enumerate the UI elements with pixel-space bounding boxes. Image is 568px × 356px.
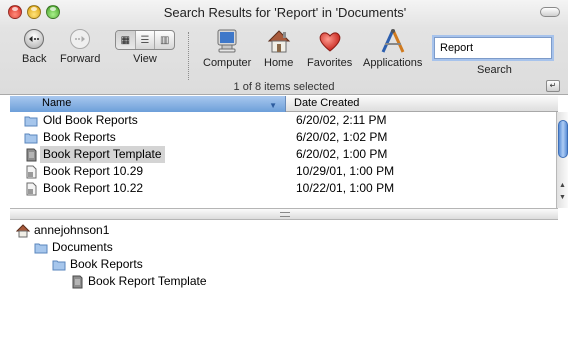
path-item-label: annejohnson1: [34, 223, 110, 237]
search-label: Search: [477, 64, 512, 76]
forward-button[interactable]: Forward: [60, 28, 100, 65]
home-icon: [267, 30, 290, 53]
path-item-label: Documents: [52, 240, 113, 254]
favorites-button[interactable]: Favorites: [307, 28, 352, 69]
list-item[interactable]: Old Book Reports 6/20/02, 2:11 PM: [10, 112, 548, 129]
toolbar-area: Search Results for 'Report' in 'Document…: [0, 0, 568, 95]
expand-icon[interactable]: ↵: [546, 80, 560, 92]
toolbar-toggle-button[interactable]: [540, 7, 560, 17]
results-list: Old Book Reports 6/20/02, 2:11 PM Book R…: [10, 112, 548, 208]
sort-arrow-icon: ▼: [269, 101, 277, 110]
view-control[interactable]: ▦ ☰ ▥ View: [114, 28, 176, 65]
item-date: 6/20/02, 1:00 PM: [296, 147, 388, 161]
computer-button[interactable]: Computer: [203, 28, 251, 69]
stationery-icon: [72, 275, 83, 289]
back-button[interactable]: Back: [22, 28, 46, 65]
item-name: Book Report Template: [40, 146, 165, 163]
applications-icon: [381, 29, 405, 53]
minimize-button[interactable]: [27, 5, 41, 19]
forward-arrow-icon: [70, 29, 91, 49]
document-icon: [26, 165, 37, 179]
close-button[interactable]: [8, 5, 22, 19]
list-view-icon[interactable]: ☰: [136, 31, 156, 49]
path-item-label: Book Reports: [70, 257, 143, 271]
item-date: 6/20/02, 2:11 PM: [296, 113, 387, 127]
item-name: Book Reports: [43, 130, 116, 144]
list-scrollbar[interactable]: ▲ ▼: [556, 112, 568, 208]
column-view-icon[interactable]: ▥: [155, 31, 174, 49]
path-item-label: Book Report Template: [88, 274, 207, 288]
pane-splitter[interactable]: [10, 208, 558, 220]
icon-view-icon[interactable]: ▦: [116, 31, 136, 49]
folder-icon: [34, 243, 48, 254]
view-label: View: [133, 53, 157, 65]
item-date: 10/22/01, 1:00 PM: [296, 181, 395, 195]
finder-window: Search Results for 'Report' in 'Document…: [0, 0, 568, 356]
applications-label: Applications: [363, 57, 423, 69]
status-bar: 1 of 8 items selected: [233, 81, 335, 93]
search-input[interactable]: [434, 37, 552, 59]
applications-button[interactable]: Applications: [363, 28, 422, 69]
home-icon: [16, 224, 30, 238]
list-item-selected[interactable]: Book Report Template 6/20/02, 1:00 PM: [10, 146, 548, 163]
favorites-label: Favorites: [307, 57, 353, 69]
list-item[interactable]: Book Report 10.29 10/29/01, 1:00 PM: [10, 163, 548, 180]
heart-icon: [319, 32, 340, 52]
window-margin: [0, 96, 10, 356]
zoom-button[interactable]: [46, 5, 60, 19]
home-label: Home: [264, 57, 294, 69]
list-item[interactable]: Book Reports 6/20/02, 1:02 PM: [10, 129, 548, 146]
computer-icon: [217, 29, 237, 53]
name-column-header[interactable]: Name ▼: [10, 96, 286, 112]
home-button[interactable]: Home: [264, 28, 293, 69]
date-column-header[interactable]: Date Created: [294, 96, 359, 111]
item-name: Book Report 10.22: [43, 181, 144, 195]
folder-icon: [24, 133, 38, 144]
toolbar-separator: [188, 32, 189, 80]
splitter-grip-icon[interactable]: [280, 212, 290, 217]
folder-icon: [52, 260, 66, 271]
search-caption: Search: [477, 64, 512, 76]
path-pane: annejohnson1 Documents Book Reports Book…: [10, 220, 558, 340]
item-date: 6/20/02, 1:02 PM: [296, 130, 388, 144]
item-name: Book Report 10.29: [43, 164, 144, 178]
window-title: Search Results for 'Report' in 'Document…: [163, 5, 407, 20]
forward-label: Forward: [60, 53, 101, 65]
back-label: Back: [22, 53, 47, 65]
list-header: Name ▼ Date Created: [10, 96, 558, 112]
name-column-label: Name: [42, 97, 72, 109]
item-name: Old Book Reports: [43, 113, 138, 127]
document-icon: [26, 182, 37, 196]
scroll-down-icon[interactable]: ▼: [559, 194, 566, 201]
folder-icon: [24, 116, 38, 127]
computer-label: Computer: [203, 57, 252, 69]
scroll-up-icon[interactable]: ▲: [559, 182, 566, 189]
scroll-thumb[interactable]: [558, 120, 568, 158]
title-bar[interactable]: Search Results for 'Report' in 'Document…: [0, 0, 568, 24]
item-date: 10/29/01, 1:00 PM: [296, 164, 395, 178]
stationery-icon: [26, 148, 37, 162]
list-item[interactable]: Book Report 10.22 10/22/01, 1:00 PM: [10, 180, 548, 197]
view-segmented-control[interactable]: ▦ ☰ ▥: [115, 30, 175, 50]
back-arrow-icon: [24, 29, 45, 49]
